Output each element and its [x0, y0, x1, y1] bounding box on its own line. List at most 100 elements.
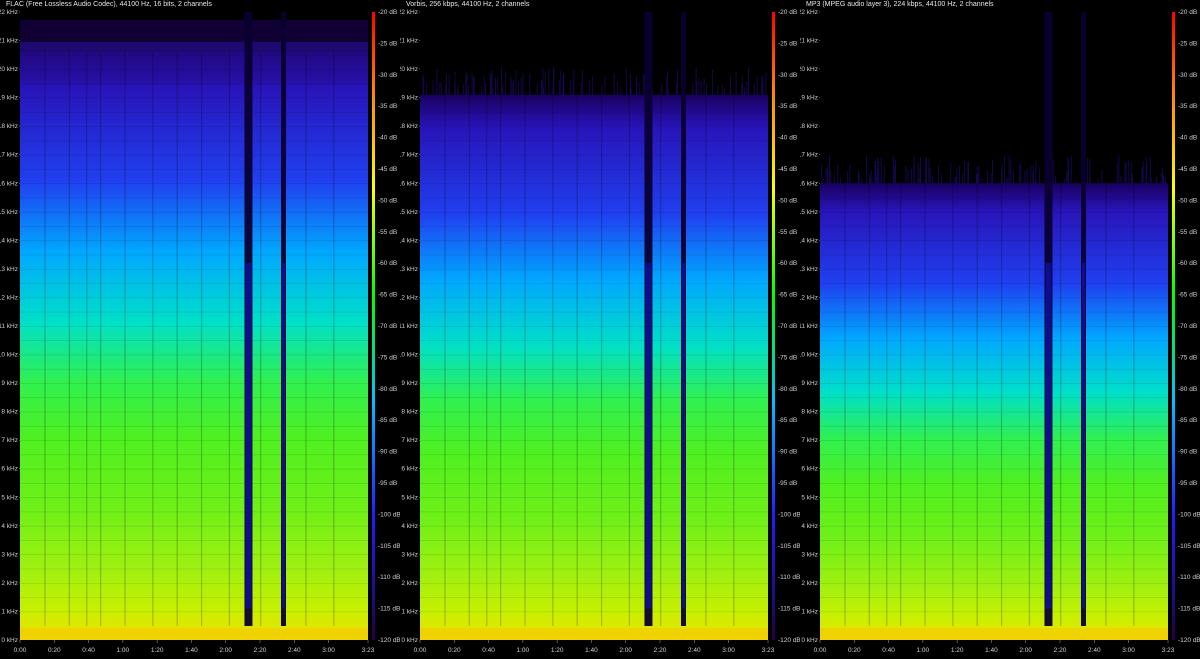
freq-tick-label: 15 kHz [0, 209, 18, 216]
time-tick-label: 3:23 [362, 647, 375, 654]
db-tick-label: -75 dB [1178, 354, 1197, 361]
panel-title: FLAC (Free Lossless Audio Codec), 44100 … [6, 1, 212, 8]
time-tick-label: 3:23 [762, 647, 775, 654]
freq-tick-label: 11 kHz [800, 323, 818, 330]
freq-tick-label: 13 kHz [400, 266, 418, 273]
db-tick-label: -115 dB [778, 606, 800, 613]
freq-tick-label: 7 kHz [801, 437, 818, 444]
time-tick-label: 2:00 [219, 647, 232, 654]
db-tick-label: -45 dB [778, 166, 797, 173]
db-tick-label: -65 dB [1178, 292, 1197, 299]
db-tick-label: -120 dB [778, 637, 800, 644]
freq-tick-label: 18 kHz [400, 123, 418, 130]
time-tick-label: 2:20 [254, 647, 267, 654]
freq-tick-label: 21 kHz [0, 38, 18, 45]
db-tick-label: -100 dB [1178, 511, 1200, 518]
time-tick-label: 1:40 [985, 647, 998, 654]
time-tick-label: 1:20 [151, 647, 164, 654]
db-tick-label: -45 dB [1178, 166, 1197, 173]
db-tick-label: -110 dB [778, 574, 800, 581]
freq-tick-label: 9 kHz [1, 380, 18, 387]
freq-tick-label: 12 kHz [0, 294, 18, 301]
freq-tick-label: 2 kHz [801, 580, 818, 587]
freq-tick-label: 1 kHz [801, 608, 818, 615]
colorbar [1172, 12, 1175, 640]
db-tick-label: -25 dB [1178, 40, 1197, 47]
freq-tick-label: 8 kHz [1, 409, 18, 416]
db-tick-label: -100 dB [378, 511, 400, 518]
db-tick-label: -90 dB [778, 449, 797, 456]
db-tick-label: -70 dB [778, 323, 797, 330]
db-tick-label: -30 dB [378, 72, 397, 79]
freq-tick-label: 11 kHz [0, 323, 18, 330]
freq-tick-label: 17 kHz [0, 152, 18, 159]
db-tick-label: -120 dB [1178, 637, 1200, 644]
db-tick-label: -115 dB [1178, 606, 1200, 613]
time-tick-label: 0:20 [848, 647, 861, 654]
time-tick-label: 1:40 [185, 647, 198, 654]
time-tick-label: 2:00 [619, 647, 632, 654]
db-tick-label: -105 dB [378, 543, 400, 550]
db-tick-label: -25 dB [378, 40, 397, 47]
freq-tick-label: 14 kHz [400, 237, 418, 244]
time-tick-label: 2:20 [654, 647, 667, 654]
freq-tick-label: 0 kHz [801, 637, 818, 644]
db-tick-label: -50 dB [378, 197, 397, 204]
freq-tick-label: 15 kHz [800, 209, 818, 216]
time-tick-label: 1:20 [551, 647, 564, 654]
db-tick-label: -65 dB [378, 292, 397, 299]
time-tick-label: 3:00 [722, 647, 735, 654]
freq-tick-label: 14 kHz [800, 237, 818, 244]
freq-tick-label: 19 kHz [800, 95, 818, 102]
freq-tick-label: 13 kHz [800, 266, 818, 273]
freq-tick-label: 22 kHz [400, 9, 418, 16]
freq-tick-label: 1 kHz [401, 608, 418, 615]
panel-title: MP3 (MPEG audio layer 3), 224 kbps, 4410… [806, 1, 994, 8]
freq-tick-label: 5 kHz [1, 494, 18, 501]
db-tick-label: -40 dB [778, 135, 797, 142]
db-tick-label: -60 dB [1178, 260, 1197, 267]
freq-tick-label: 16 kHz [0, 180, 18, 187]
time-tick-label: 0:00 [814, 647, 827, 654]
freq-tick-label: 16 kHz [800, 180, 818, 187]
freq-tick-label: 8 kHz [401, 409, 418, 416]
freq-tick-label: 2 kHz [401, 580, 418, 587]
db-tick-label: -75 dB [378, 354, 397, 361]
freq-tick-label: 18 kHz [0, 123, 18, 130]
freq-tick-label: 12 kHz [800, 294, 818, 301]
time-tick-label: 0:20 [48, 647, 61, 654]
db-tick-label: -35 dB [778, 103, 797, 110]
db-tick-label: -40 dB [1178, 135, 1197, 142]
freq-tick-label: 10 kHz [800, 352, 818, 359]
freq-tick-label: 17 kHz [800, 152, 818, 159]
spectrogram-panel-flac: 0 kHz 1 kHz 2 kHz 3 kHz 4 kHz 5 kHz 6 kHz 7 kHz… [0, 0, 400, 659]
freq-tick-label: 22 kHz [800, 9, 818, 16]
freq-tick-label: 7 kHz [1, 437, 18, 444]
db-tick-label: -75 dB [778, 354, 797, 361]
db-tick-label: -90 dB [378, 449, 397, 456]
time-tick-label: 2:40 [688, 647, 701, 654]
freq-tick-label: 11 kHz [400, 323, 418, 330]
spectrogram-svg: 0 kHz 1 kHz 2 kHz 3 kHz 4 kHz 5 kHz 6 kHz 7 kHz… [800, 0, 1200, 659]
db-tick-label: -25 dB [778, 40, 797, 47]
db-tick-label: -85 dB [778, 417, 797, 424]
db-tick-label: -80 dB [378, 386, 397, 393]
freq-tick-label: 4 kHz [401, 523, 418, 530]
freq-tick-label: 8 kHz [801, 409, 818, 416]
freq-tick-label: 20 kHz [0, 66, 18, 73]
db-tick-label: -70 dB [1178, 323, 1197, 330]
time-tick-label: 0:40 [482, 647, 495, 654]
db-tick-label: -70 dB [378, 323, 397, 330]
time-tick-label: 0:00 [14, 647, 27, 654]
freq-tick-label: 10 kHz [0, 352, 18, 359]
freq-tick-label: 19 kHz [0, 95, 18, 102]
db-tick-label: -50 dB [778, 197, 797, 204]
db-tick-label: -45 dB [378, 166, 397, 173]
time-tick-label: 0:40 [882, 647, 895, 654]
colorbar [772, 12, 775, 640]
freq-tick-label: 10 kHz [400, 352, 418, 359]
freq-tick-label: 22 kHz [0, 9, 18, 16]
db-tick-label: -30 dB [1178, 72, 1197, 79]
freq-tick-label: 7 kHz [401, 437, 418, 444]
time-tick-label: 0:00 [414, 647, 427, 654]
